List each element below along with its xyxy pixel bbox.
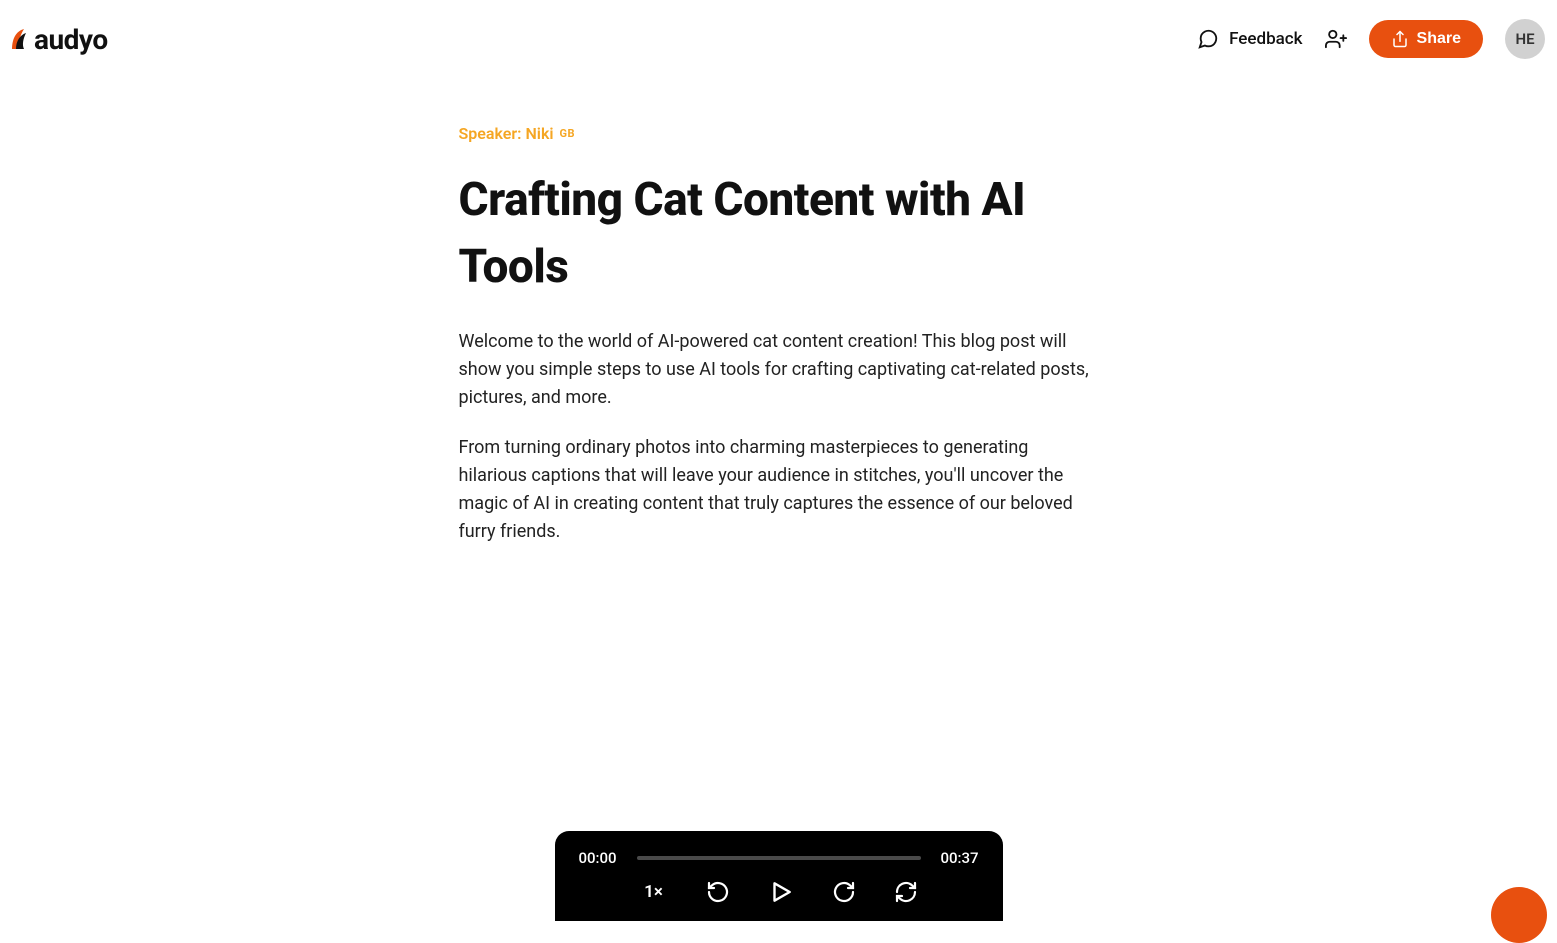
speaker-region: GB xyxy=(560,127,576,140)
paragraph[interactable]: Welcome to the world of AI-powered cat c… xyxy=(459,328,1099,412)
user-plus-icon xyxy=(1325,28,1347,50)
logo-icon xyxy=(10,27,32,51)
forward-button[interactable] xyxy=(832,880,856,904)
loop-button[interactable] xyxy=(894,880,918,904)
rewind-icon xyxy=(706,880,730,904)
feedback-label: Feedback xyxy=(1229,29,1302,49)
paragraph[interactable]: From turning ordinary photos into charmi… xyxy=(459,434,1099,546)
brand-name: audyo xyxy=(34,23,108,56)
speaker-selector[interactable]: Speaker: Niki GB xyxy=(459,124,1099,143)
brand-logo[interactable]: audyo xyxy=(10,23,108,56)
avatar[interactable]: HE xyxy=(1505,19,1545,59)
header-actions: Feedback Share HE xyxy=(1197,19,1545,59)
app-header: audyo Feedback Share HE xyxy=(0,0,1557,64)
document-title[interactable]: Crafting Cat Content with AI Tools xyxy=(459,167,1099,300)
document-content: Speaker: Niki GB Crafting Cat Content wi… xyxy=(459,124,1099,546)
speaker-label: Speaker: Niki xyxy=(459,124,554,143)
avatar-initials: HE xyxy=(1515,30,1534,48)
forward-icon xyxy=(832,880,856,904)
share-label: Share xyxy=(1417,30,1461,48)
floating-action-button[interactable] xyxy=(1491,887,1547,943)
share-button[interactable]: Share xyxy=(1369,20,1483,58)
chat-icon xyxy=(1197,28,1219,50)
current-time: 00:00 xyxy=(579,849,623,867)
audio-player: 00:00 00:37 1× xyxy=(555,831,1003,921)
rewind-button[interactable] xyxy=(706,880,730,904)
player-controls: 1× xyxy=(579,879,979,905)
add-user-button[interactable] xyxy=(1325,28,1347,50)
player-progress-row: 00:00 00:37 xyxy=(579,849,979,867)
duration: 00:37 xyxy=(935,849,979,867)
playback-speed-button[interactable]: 1× xyxy=(640,882,668,902)
play-button[interactable] xyxy=(768,879,794,905)
share-icon xyxy=(1391,30,1409,48)
feedback-button[interactable]: Feedback xyxy=(1197,28,1302,50)
progress-bar[interactable] xyxy=(637,856,921,860)
play-icon xyxy=(768,879,794,905)
loop-icon xyxy=(894,880,918,904)
